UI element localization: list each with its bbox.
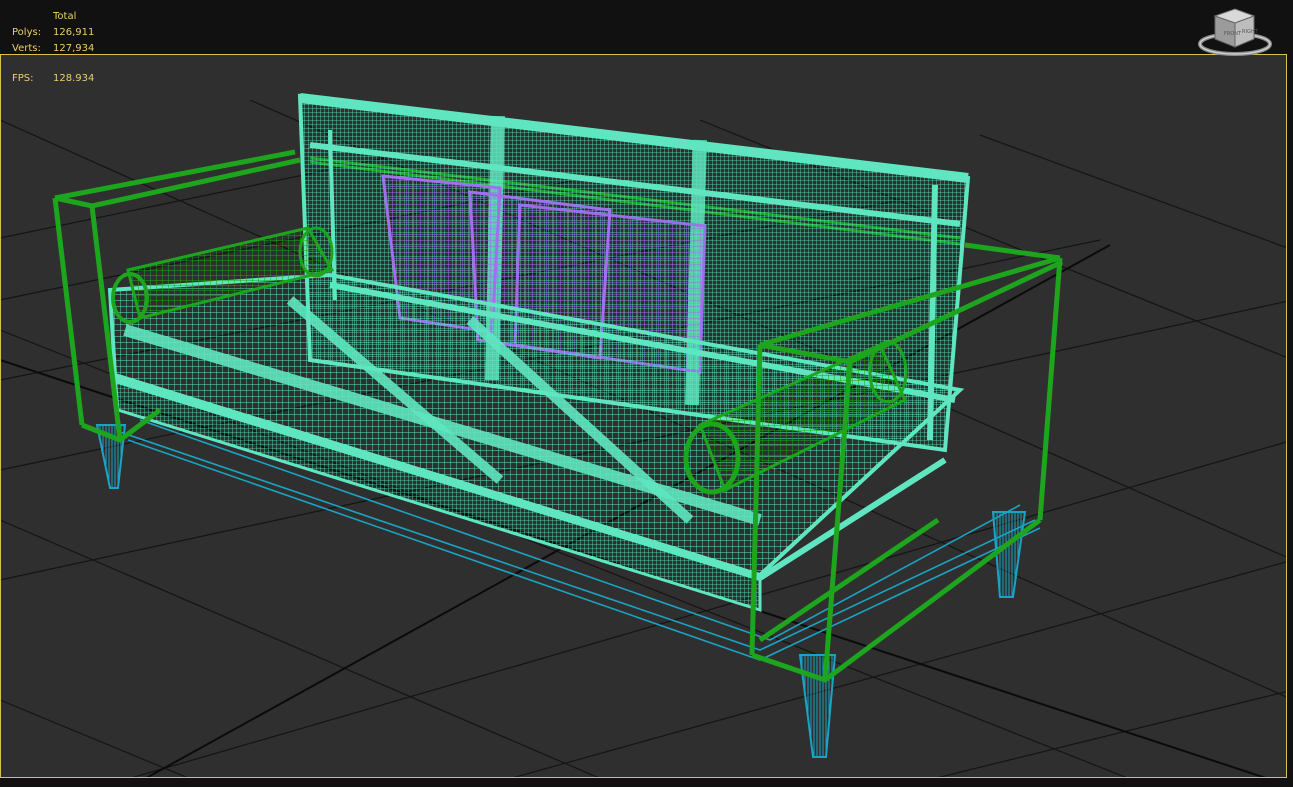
- verts-row: Verts: 127,934: [12, 41, 94, 57]
- perspective-viewport[interactable]: Total Polys: 126,911 Verts: 127,934 FPS:…: [0, 0, 1293, 787]
- verts-value: 127,934: [53, 43, 95, 54]
- viewcube-right-label: RIGHT: [1242, 29, 1259, 35]
- viewcube-icon[interactable]: FRONT RIGHT: [1196, 4, 1274, 60]
- viewport-right-band: [1287, 54, 1293, 787]
- verts-label: Verts:: [12, 43, 41, 54]
- viewport-scene[interactable]: [0, 0, 1293, 787]
- viewcube-front-label: FRONT: [1224, 31, 1242, 37]
- polys-row: Polys: 126,911: [12, 25, 94, 41]
- fps-value: 128.934: [53, 73, 95, 84]
- polys-value: 126,911: [53, 27, 95, 38]
- polys-label: Polys:: [12, 27, 42, 38]
- stats-header: Total: [53, 11, 77, 22]
- scene-statistics: Total Polys: 126,911 Verts: 127,934: [12, 9, 94, 57]
- viewport-bottom-band: [0, 778, 1293, 787]
- fps-readout: FPS: 128.934: [12, 73, 94, 84]
- fps-label: FPS:: [12, 73, 34, 84]
